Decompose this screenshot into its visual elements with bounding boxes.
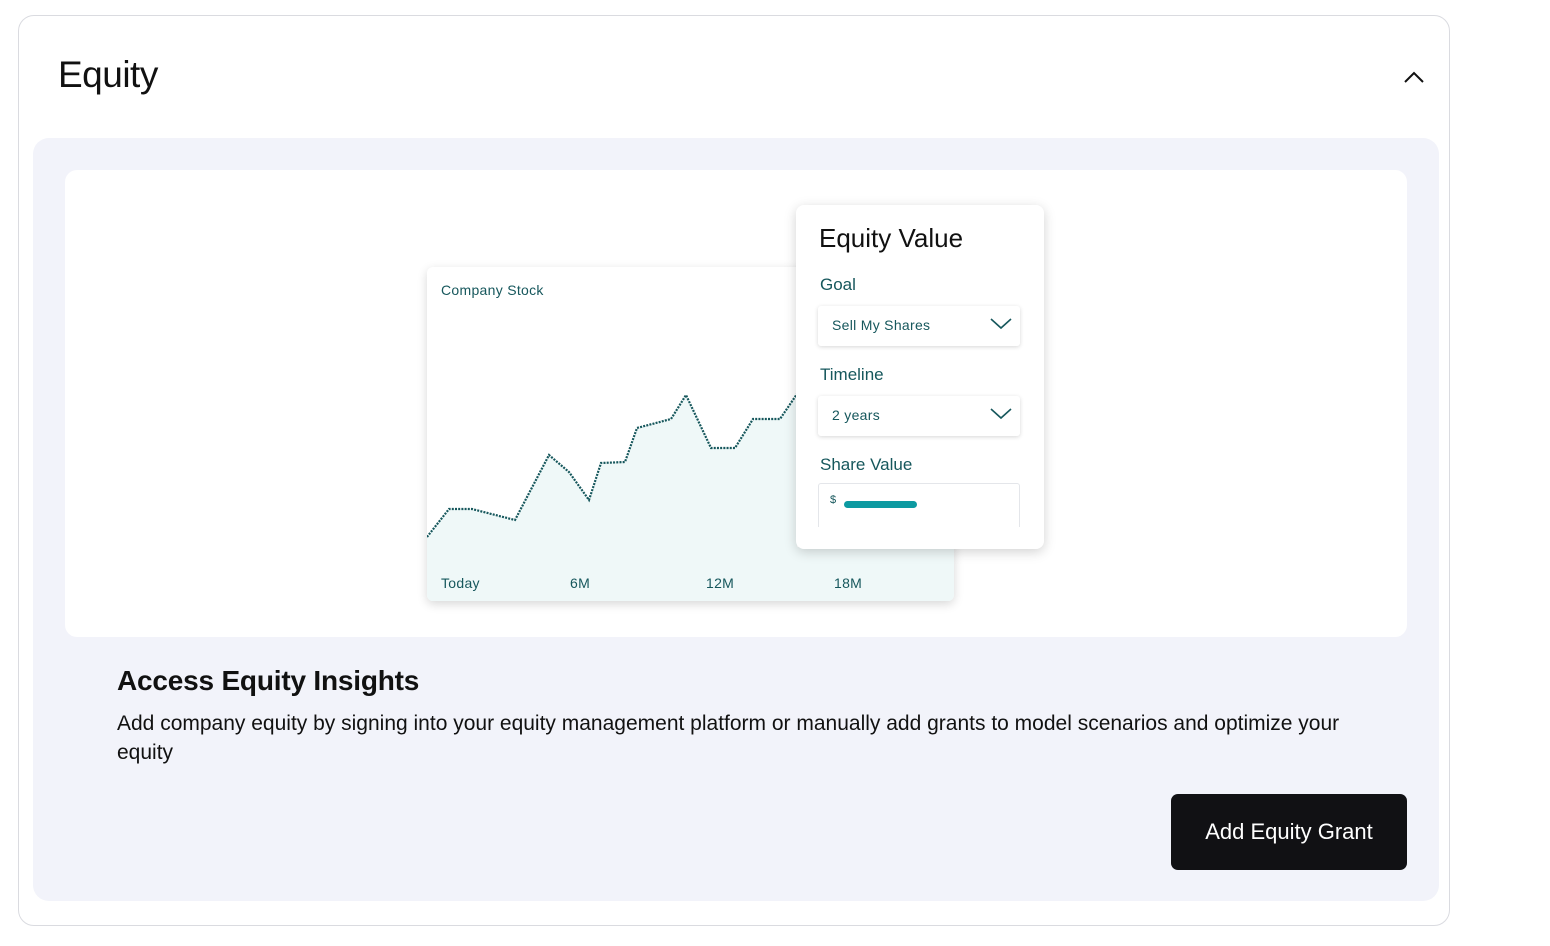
add-equity-grant-button[interactable]: Add Equity Grant [1171, 794, 1407, 870]
equity-illustration: Company Stock Today 6M 12M 18M Equity Va… [65, 170, 1407, 637]
equity-insights-panel: Company Stock Today 6M 12M 18M Equity Va… [33, 138, 1439, 901]
stock-area [427, 394, 797, 601]
timeline-select-value: 2 years [832, 407, 881, 423]
chevron-down-icon [990, 318, 1012, 330]
goal-select[interactable]: Sell My Shares [818, 306, 1020, 346]
x-tick-label: 6M [570, 575, 591, 591]
insights-title: Access Equity Insights [117, 665, 420, 696]
chevron-up-icon [1404, 71, 1424, 83]
chevron-down-icon [990, 408, 1012, 420]
share-value-input[interactable]: $ [818, 483, 1020, 527]
equity-card: Equity Company Stock Today 6M 12M 18M Eq… [18, 15, 1450, 926]
x-tick-label: 12M [706, 575, 735, 591]
card-title: Equity [58, 54, 158, 95]
timeline-label: Timeline [820, 365, 884, 384]
currency-symbol: $ [830, 494, 837, 506]
goal-label: Goal [820, 275, 856, 294]
timeline-select[interactable]: 2 years [818, 396, 1020, 436]
equity-value-title: Equity Value [819, 223, 964, 253]
stock-card-label: Company Stock [441, 282, 544, 298]
collapse-button[interactable] [1399, 62, 1429, 92]
stock-area-right [797, 547, 954, 601]
share-value-placeholder-bar [844, 501, 917, 508]
x-tick-label: 18M [834, 575, 863, 591]
x-tick-label: Today [441, 575, 480, 591]
equity-value-card: Equity Value Goal Sell My Shares Timelin… [796, 205, 1044, 549]
goal-select-value: Sell My Shares [832, 317, 931, 333]
insights-description: Add company equity by signing into your … [117, 712, 1340, 764]
share-value-label: Share Value [820, 455, 913, 474]
